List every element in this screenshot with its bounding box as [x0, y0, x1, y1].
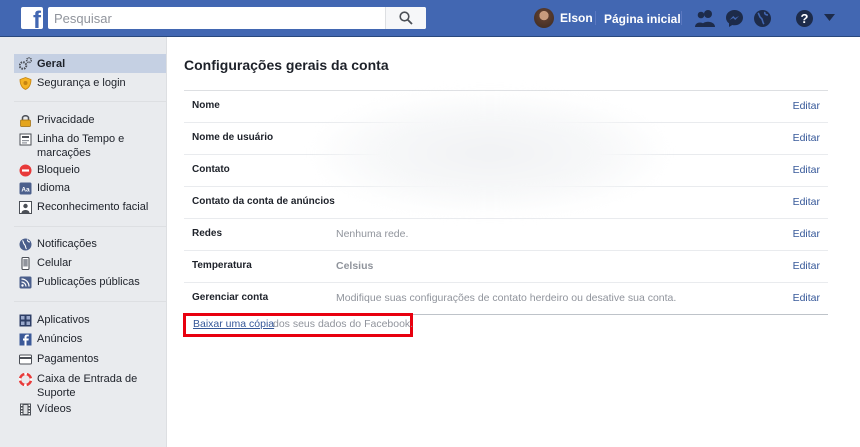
settings-main-panel: Configurações gerais da conta Nome Edita… — [166, 37, 860, 447]
download-copy-text: dos seus dados do Facebook. — [273, 318, 414, 330]
sidebar-item-videos[interactable]: Vídeos — [14, 402, 166, 416]
avatar — [534, 8, 554, 28]
edit-link[interactable]: Editar — [793, 100, 820, 112]
home-link[interactable]: Página inicial — [604, 12, 681, 26]
edit-link[interactable]: Editar — [793, 164, 820, 176]
profile-link[interactable]: Elson — [534, 8, 593, 28]
ads-icon — [19, 333, 32, 346]
search-icon — [399, 11, 413, 25]
sidebar-item-label: Vídeos — [37, 403, 72, 415]
sidebar-item-privacy[interactable]: Privacidade — [14, 113, 166, 127]
edit-link[interactable]: Editar — [793, 292, 820, 304]
shield-icon — [19, 77, 32, 90]
sidebar-divider — [14, 301, 166, 302]
page-title: Configurações gerais da conta — [184, 57, 389, 73]
edit-link[interactable]: Editar — [793, 228, 820, 240]
sidebar-item-public-posts[interactable]: Publicações públicas — [14, 275, 166, 289]
sidebar-item-label: Notificações — [37, 238, 97, 250]
globe-notifications-icon — [19, 238, 32, 251]
edit-link[interactable]: Editar — [793, 260, 820, 272]
top-navigation-bar: f Elson Página inicial ? — [0, 0, 860, 37]
sidebar-item-label: Reconhecimento facial — [37, 201, 149, 213]
sidebar-item-payments[interactable]: Pagamentos — [14, 352, 166, 366]
search-button[interactable] — [385, 7, 426, 29]
chevron-down-icon[interactable] — [824, 14, 835, 22]
messenger-icon[interactable] — [725, 9, 744, 28]
film-icon — [20, 403, 31, 416]
face-recognition-icon — [19, 201, 32, 214]
gear-icon — [19, 57, 32, 70]
sidebar-item-label: Privacidade — [37, 114, 95, 126]
row-value: Modifique suas configurações de contato … — [336, 292, 677, 304]
help-icon[interactable]: ? — [795, 9, 814, 28]
sidebar-item-label: Bloqueio — [37, 164, 80, 176]
settings-row-temperature[interactable]: Temperatura Celsius Editar — [184, 251, 828, 283]
sidebar-item-label: Publicações públicas — [37, 276, 140, 288]
language-icon: Aa — [19, 182, 32, 195]
friend-requests-icon[interactable] — [694, 9, 716, 27]
sidebar-item-label: Anúncios — [37, 333, 83, 345]
search-input[interactable] — [48, 7, 388, 29]
row-label: Nome — [192, 100, 220, 111]
apps-icon — [19, 314, 32, 327]
sidebar-item-label: Idioma — [37, 182, 71, 194]
sidebar-item-apps[interactable]: Aplicativos — [14, 313, 166, 327]
row-label: Nome de usuário — [192, 132, 274, 143]
lifebuoy-icon — [19, 373, 32, 386]
sidebar-item-blocking[interactable]: Bloqueio — [14, 163, 166, 177]
sidebar-item-geral[interactable]: Geral — [14, 54, 166, 73]
row-label: Redes — [192, 228, 223, 239]
sidebar-divider — [14, 226, 166, 227]
settings-row-networks[interactable]: Redes Nenhuma rede. Editar — [184, 219, 828, 251]
block-icon — [19, 164, 32, 177]
search-box — [48, 7, 426, 29]
sidebar-item-face-recognition[interactable]: Reconhecimento facial — [14, 200, 166, 214]
sidebar-item-timeline[interactable]: Linha do Tempo e marcações — [14, 132, 166, 160]
row-value: Celsius — [336, 260, 374, 272]
settings-row-manage-account[interactable]: Gerenciar conta Modifique suas configura… — [184, 283, 828, 314]
sidebar-divider — [14, 101, 166, 102]
sidebar-item-notifications[interactable]: Notificações — [14, 237, 166, 251]
sidebar-item-security[interactable]: Segurança e login — [14, 76, 166, 90]
mobile-icon — [21, 257, 30, 270]
settings-sidebar: Geral Segurança e login Privacidade Linh… — [0, 37, 166, 447]
download-copy-link[interactable]: Baixar uma cópia — [193, 318, 274, 330]
sidebar-item-language[interactable]: Aa Idioma — [14, 181, 166, 195]
edit-link[interactable]: Editar — [793, 196, 820, 208]
svg-text:?: ? — [801, 11, 809, 26]
row-value: Nenhuma rede. — [336, 228, 409, 240]
sidebar-item-label: Geral — [37, 57, 66, 70]
sidebar-item-label: Linha do Tempo e marcações — [37, 133, 125, 159]
payments-icon — [19, 354, 32, 365]
profile-name: Elson — [560, 11, 593, 25]
notifications-globe-icon[interactable] — [753, 9, 772, 28]
nav-divider — [595, 11, 596, 25]
row-label: Contato — [192, 164, 230, 175]
sidebar-item-label: Segurança e login — [37, 77, 126, 89]
timeline-icon — [19, 133, 32, 146]
facebook-logo-icon[interactable]: f — [21, 7, 43, 29]
sidebar-item-label: Pagamentos — [37, 353, 99, 365]
sidebar-item-label: Celular — [37, 257, 72, 269]
sidebar-item-label: Caixa de Entrada de Suporte — [37, 373, 138, 399]
nav-divider — [681, 11, 682, 25]
svg-text:Aa: Aa — [21, 186, 30, 193]
sidebar-item-label: Aplicativos — [37, 314, 90, 326]
row-label: Gerenciar conta — [192, 292, 269, 303]
sidebar-item-mobile[interactable]: Celular — [14, 256, 166, 270]
sidebar-item-ads[interactable]: Anúncios — [14, 332, 166, 346]
redacted-area — [317, 93, 663, 213]
row-label: Temperatura — [192, 260, 252, 271]
edit-link[interactable]: Editar — [793, 132, 820, 144]
sidebar-item-support-inbox[interactable]: Caixa de Entrada de Suporte — [14, 372, 166, 400]
row-label: Contato da conta de anúncios — [192, 196, 335, 207]
rss-icon — [19, 276, 32, 289]
lock-icon — [20, 115, 31, 127]
